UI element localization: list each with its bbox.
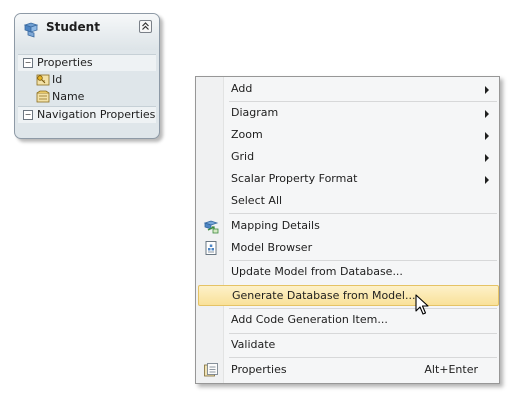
menu-separator [229,308,497,309]
double-chevron-up-icon [142,22,149,30]
menu-item-shortcut: Alt+Enter [424,363,478,376]
menu-item-model-browser[interactable]: Model Browser [198,238,497,259]
mouse-pointer-icon [415,294,429,315]
menu-item-select-all[interactable]: Select All [198,191,497,212]
menu-item-label: Validate [231,338,276,351]
entity-type-icon [23,22,39,38]
navigation-compartment-header[interactable]: − Navigation Properties [18,106,156,123]
menu-item-label: Model Browser [231,241,313,254]
menu-item-add-code-generation[interactable]: Add Code Generation Item... [198,310,497,331]
menu-item-label: Diagram [231,106,279,119]
menu-item-zoom[interactable]: Zoom [198,125,497,146]
menu-separator [229,333,497,334]
menu-item-label: Scalar Property Format [231,172,358,185]
menu-item-validate[interactable]: Validate [198,335,497,356]
properties-compartment-label: Properties [37,56,93,69]
menu-item-update-model[interactable]: Update Model from Database... [198,262,497,283]
menu-item-label: Properties [231,363,287,376]
submenu-arrow-icon [485,110,489,118]
context-menu: Add Diagram Zoom Grid Scalar Property Fo… [195,76,500,384]
navigation-compartment-label: Navigation Properties [37,108,156,121]
menu-item-generate-database[interactable]: Generate Database from Model... [198,285,499,306]
submenu-arrow-icon [485,86,489,94]
menu-item-label: Select All [231,194,283,207]
menu-item-label: Add Code Generation Item... [231,313,388,326]
properties-icon [204,363,218,377]
model-browser-icon [205,241,217,255]
menu-item-mapping-details[interactable]: Mapping Details [198,216,497,237]
menu-item-add[interactable]: Add [198,79,497,100]
menu-separator [229,260,497,261]
menu-item-scalar-property-format[interactable]: Scalar Property Format [198,169,497,190]
menu-separator [229,357,497,358]
scalar-property-icon [36,90,50,103]
menu-item-label: Add [231,82,253,95]
menu-item-label: Generate Database from Model... [232,289,416,302]
entity-header[interactable]: Student [15,14,159,50]
entity-title: Student [46,20,100,34]
key-property-icon [36,74,50,86]
menu-item-properties[interactable]: Properties Alt+Enter [198,360,497,381]
menu-item-label: Zoom [231,128,263,141]
menu-item-diagram[interactable]: Diagram [198,103,497,124]
property-label: Id [52,73,63,86]
menu-item-grid[interactable]: Grid [198,147,497,168]
submenu-arrow-icon [485,154,489,162]
submenu-arrow-icon [485,176,489,184]
submenu-arrow-icon [485,132,489,140]
menu-separator [229,101,497,102]
menu-item-label: Mapping Details [231,219,320,232]
collapse-properties-icon[interactable]: − [23,58,33,68]
menu-item-label: Grid [231,150,255,163]
student-entity[interactable]: Student − Properties Id Name − Navigatio… [14,13,160,139]
menu-item-label: Update Model from Database... [231,265,403,278]
mapping-details-icon [203,220,219,234]
collapse-navigation-icon[interactable]: − [23,110,33,120]
properties-compartment-header[interactable]: − Properties [18,54,156,71]
property-label: Name [52,90,85,103]
collapse-entity-button[interactable] [139,20,152,33]
menu-separator [229,213,497,214]
